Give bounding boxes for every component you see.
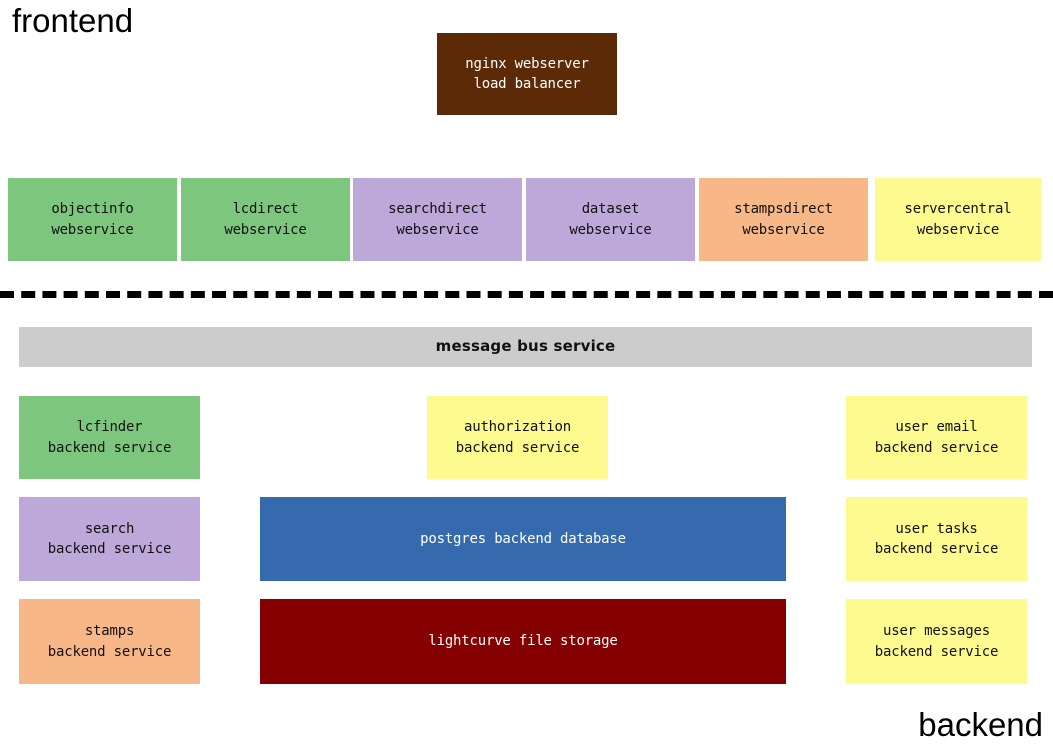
node-left-2-line1: stamps xyxy=(84,623,135,640)
node-message-bus-label: message bus service xyxy=(435,337,616,356)
node-center-2-line1: lightcurve file storage xyxy=(428,633,618,650)
node-message-bus-service[interactable]: message bus service xyxy=(19,327,1032,367)
node-searchdirect-webservice[interactable]: searchdirect webservice xyxy=(353,178,522,261)
node-user-email-backend-service[interactable]: user email backend service xyxy=(846,396,1027,479)
node-ws-1-line1: lcdirect xyxy=(232,201,299,218)
node-lcfinder-backend-service[interactable]: lcfinder backend service xyxy=(19,396,200,479)
node-center-0-line2: backend service xyxy=(455,439,580,456)
node-left-1-line2: backend service xyxy=(47,541,172,557)
node-postgres-backend-database[interactable]: postgres backend database xyxy=(260,497,786,581)
backend-zone-label: backend xyxy=(918,706,1043,743)
node-lightcurve-file-storage[interactable]: lightcurve file storage xyxy=(260,599,786,684)
node-user-tasks-backend-service[interactable]: user tasks backend service xyxy=(846,497,1027,581)
node-ws-1-line2: webservice xyxy=(224,221,307,238)
node-left-0-line1: lcfinder xyxy=(76,419,143,436)
node-nginx-line2: load balancer xyxy=(473,76,581,92)
node-user-messages-backend-service[interactable]: user messages backend service xyxy=(846,599,1027,684)
node-dataset-webservice[interactable]: dataset webservice xyxy=(526,178,695,261)
node-objectinfo-webservice[interactable]: objectinfo webservice xyxy=(8,178,177,261)
node-stampsdirect-webservice[interactable]: stampsdirect webservice xyxy=(699,178,868,261)
node-ws-0-line2: webservice xyxy=(51,221,134,238)
node-ws-5-line1: servercentral xyxy=(904,201,1012,218)
node-right-0-line1: user email xyxy=(895,419,978,436)
node-right-1-line1: user tasks xyxy=(895,520,978,537)
node-right-2-line1: user messages xyxy=(883,623,990,640)
node-ws-5-line2: webservice xyxy=(916,221,1000,238)
node-center-0-line1: authorization xyxy=(464,419,571,436)
node-search-backend-service[interactable]: search backend service xyxy=(19,497,200,581)
node-ws-3-line1: dataset xyxy=(581,201,640,218)
frontend-zone-label: frontend xyxy=(12,2,134,39)
node-ws-4-line1: stampsdirect xyxy=(734,201,833,218)
node-ws-2-line1: searchdirect xyxy=(388,201,487,218)
node-left-0-line2: backend service xyxy=(47,439,172,456)
node-right-1-line2: backend service xyxy=(874,541,999,557)
architecture-diagram: frontend backend nginx webserver load ba… xyxy=(0,0,1053,745)
node-right-0-line2: backend service xyxy=(874,439,999,456)
node-lcdirect-webservice[interactable]: lcdirect webservice xyxy=(181,178,350,261)
node-left-1-line1: search xyxy=(84,520,135,537)
node-nginx-webserver[interactable]: nginx webserver load balancer xyxy=(437,33,617,115)
frontend-backend-divider xyxy=(0,291,1053,298)
node-right-2-line2: backend service xyxy=(874,643,999,660)
node-ws-3-line2: webservice xyxy=(569,221,652,238)
node-authorization-backend-service[interactable]: authorization backend service xyxy=(427,396,608,479)
node-center-1-line1: postgres backend database xyxy=(420,530,626,547)
node-nginx-line1: nginx webserver xyxy=(465,55,589,72)
node-ws-4-line2: webservice xyxy=(742,221,825,238)
node-stamps-backend-service[interactable]: stamps backend service xyxy=(19,599,200,684)
node-left-2-line2: backend service xyxy=(47,643,172,660)
node-servercentral-webservice[interactable]: servercentral webservice xyxy=(875,178,1041,261)
node-ws-0-line1: objectinfo xyxy=(51,201,134,218)
node-ws-2-line2: webservice xyxy=(396,221,479,238)
